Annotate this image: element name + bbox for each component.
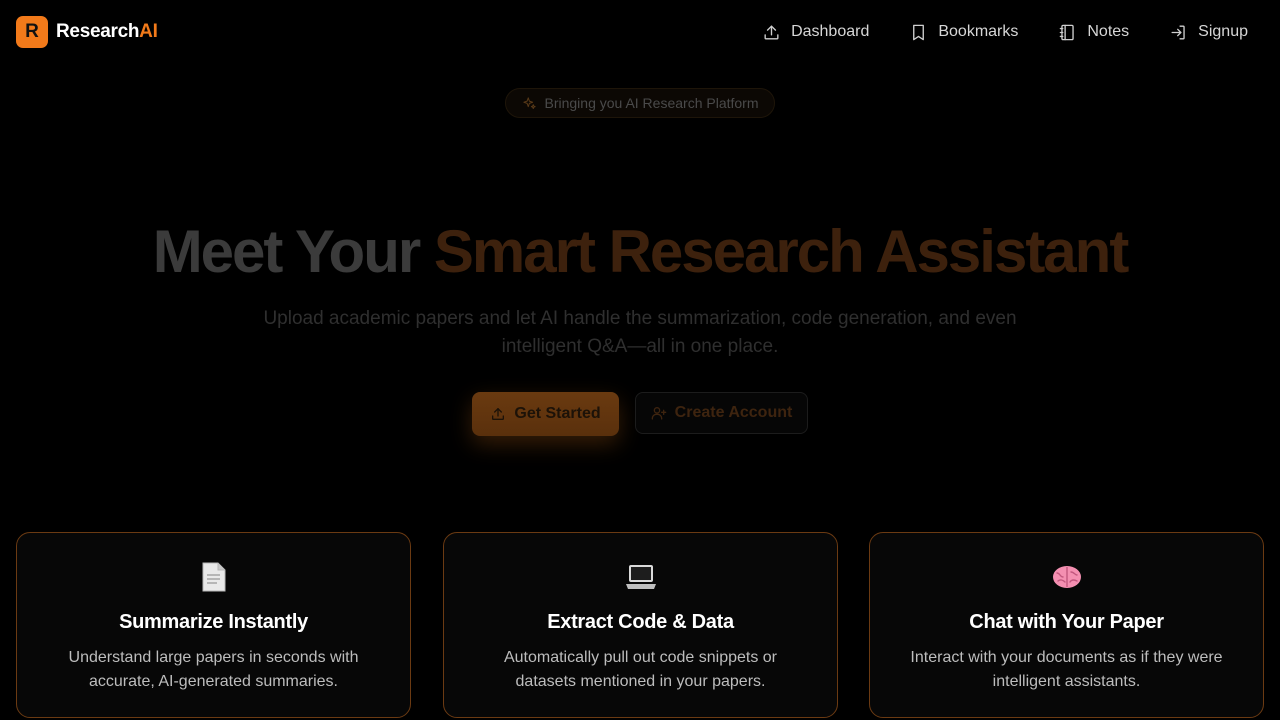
feature-description: Understand large papers in seconds with … [68,649,359,690]
nav-dashboard-label: Dashboard [791,23,870,40]
nav-dashboard[interactable]: Dashboard [762,20,869,44]
upload-icon [492,408,505,420]
laptop-icon [444,561,837,593]
brand-name: ResearchAI [56,21,158,43]
main-nav: Dashboard Bookmarks Notes Signup [762,20,1248,44]
feature-description: Automatically pull out code snippets or … [503,649,778,690]
feature-title: Chat with Your Paper [969,611,1164,633]
feature-description: Interact with your documents as if they … [910,649,1223,690]
nav-bookmarks[interactable]: Bookmarks [909,20,1018,44]
feature-card-summarize: Summarize Instantly Understand large pap… [16,532,411,718]
get-started-label: Get Started [514,405,601,422]
nav-signup-label: Signup [1198,23,1248,40]
feature-title: Summarize Instantly [119,611,308,633]
hero-title: Meet Your Smart Research Assistant [0,218,1280,286]
brain-icon [870,561,1263,593]
feature-title: Extract Code & Data [547,611,734,633]
hero-title-main: Meet Your [152,218,434,285]
feature-card-extract: Extract Code & Data Automatically pull o… [443,532,838,718]
nav-notes[interactable]: Notes [1058,20,1129,44]
brand-name-main: Research [56,21,140,42]
hero-subtitle: Upload academic papers and let AI handle… [263,308,1017,357]
feature-card-chat: Chat with Your Paper Interact with your … [869,532,1264,718]
nav-notes-label: Notes [1087,23,1130,40]
top-header: R ResearchAI Dashboard Bookmarks Notes S… [0,0,1280,64]
brand-name-accent: AI [139,21,158,42]
nav-signup[interactable]: Signup [1169,20,1248,44]
brand-logo[interactable]: R ResearchAI [16,16,158,48]
upload-icon [764,24,779,40]
sparkles-icon [522,96,536,109]
user-plus-icon [651,407,667,420]
create-account-label: Create Account [674,404,793,421]
nav-bookmarks-label: Bookmarks [938,23,1019,40]
document-icon [17,561,410,593]
hero-badge-text: Bringing you AI Research Platform [544,95,759,111]
login-icon [1171,24,1185,40]
hero-title-accent: Smart Research Assistant [433,218,1129,285]
bookmark-icon [913,24,925,40]
logo-mark: R [16,16,48,48]
hero-badge: Bringing you AI Research Platform [505,88,775,118]
notebook-icon [1060,24,1075,40]
create-account-button[interactable]: Create Account [635,392,808,434]
get-started-button[interactable]: Get Started [472,392,619,436]
